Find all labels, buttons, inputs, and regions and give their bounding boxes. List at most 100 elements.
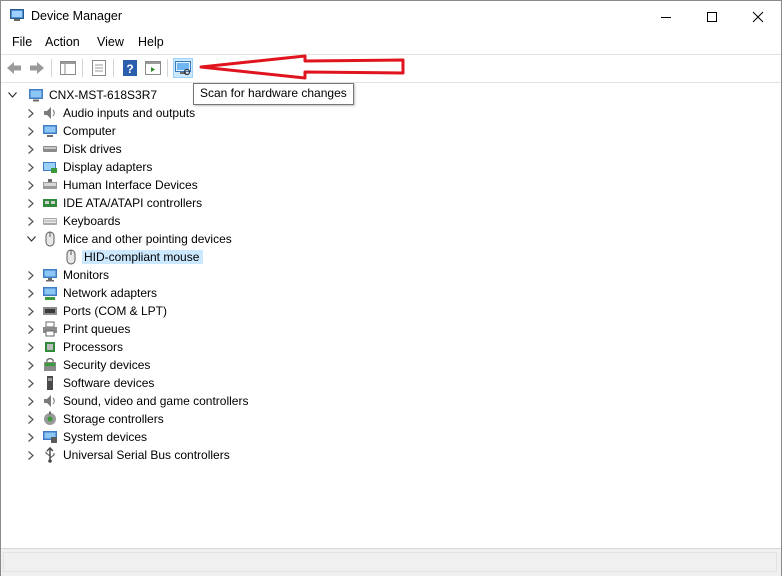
menu-action[interactable]: Action bbox=[45, 35, 80, 49]
tree-root[interactable]: CNX-MST-618S3R7 bbox=[6, 86, 157, 104]
window-title: Device Manager bbox=[31, 9, 123, 23]
tree-category[interactable]: Software devices bbox=[25, 374, 154, 392]
maximize-icon bbox=[707, 11, 717, 22]
back-arrow-icon bbox=[7, 62, 21, 74]
security-device-icon bbox=[42, 357, 58, 373]
help-icon: ? bbox=[123, 60, 137, 76]
status-bar bbox=[1, 548, 781, 576]
toolbar-separator bbox=[113, 59, 114, 77]
tree-category[interactable]: Security devices bbox=[25, 356, 150, 374]
tree-category[interactable]: Monitors bbox=[25, 266, 109, 284]
chevron-right-icon[interactable] bbox=[25, 266, 37, 284]
system-device-icon bbox=[42, 429, 58, 445]
tree-category[interactable]: Computer bbox=[25, 122, 116, 140]
minimize-button[interactable] bbox=[643, 1, 689, 32]
chevron-right-icon[interactable] bbox=[25, 410, 37, 428]
tree-category-label: Print queues bbox=[63, 322, 131, 336]
chevron-down-icon[interactable] bbox=[6, 86, 18, 104]
annotation-arrow bbox=[199, 54, 405, 80]
chevron-right-icon[interactable] bbox=[25, 158, 37, 176]
tree-category[interactable]: IDE ATA/ATAPI controllers bbox=[25, 194, 202, 212]
monitor-icon bbox=[42, 267, 58, 283]
show-hide-console-tree-button[interactable] bbox=[58, 58, 78, 78]
usb-icon bbox=[42, 447, 58, 463]
tree-device-hid-compliant-mouse[interactable]: HID-compliant mouse bbox=[63, 248, 204, 266]
back-button[interactable] bbox=[4, 58, 24, 78]
chevron-down-icon[interactable] bbox=[25, 230, 37, 248]
tree-category[interactable]: Sound, video and game controllers bbox=[25, 392, 248, 410]
chevron-right-icon[interactable] bbox=[25, 302, 37, 320]
tree-category[interactable]: Display adapters bbox=[25, 158, 152, 176]
tree-category[interactable]: Print queues bbox=[25, 320, 130, 338]
svg-text:?: ? bbox=[126, 62, 133, 76]
maximize-button[interactable] bbox=[689, 1, 735, 32]
scan-hardware-icon bbox=[175, 60, 191, 75]
tree-category[interactable]: Processors bbox=[25, 338, 123, 356]
toolbar-separator bbox=[51, 59, 52, 77]
help-button[interactable]: ? bbox=[120, 58, 140, 78]
status-panel bbox=[3, 552, 777, 572]
display-adapter-icon bbox=[42, 159, 58, 175]
tree-category[interactable]: Network adapters bbox=[25, 284, 157, 302]
chevron-right-icon[interactable] bbox=[25, 338, 37, 356]
chevron-right-icon[interactable] bbox=[25, 104, 37, 122]
tree-category-label: Ports (COM & LPT) bbox=[63, 304, 168, 318]
chevron-right-icon[interactable] bbox=[25, 428, 37, 446]
title-bar[interactable]: Device Manager bbox=[1, 1, 781, 32]
close-icon bbox=[752, 11, 764, 22]
forward-button[interactable] bbox=[27, 58, 47, 78]
chevron-right-icon[interactable] bbox=[25, 320, 37, 338]
device-manager-icon bbox=[10, 9, 24, 21]
menu-help[interactable]: Help bbox=[138, 35, 164, 49]
chevron-right-icon[interactable] bbox=[25, 194, 37, 212]
mouse-icon bbox=[42, 231, 58, 247]
close-button[interactable] bbox=[735, 1, 781, 32]
chevron-right-icon[interactable] bbox=[25, 122, 37, 140]
tree-category-label: Storage controllers bbox=[63, 412, 164, 426]
chevron-right-icon[interactable] bbox=[25, 140, 37, 158]
toolbar-separator bbox=[167, 59, 168, 77]
tree-category[interactable]: Storage controllers bbox=[25, 410, 164, 428]
console-tree-icon bbox=[60, 61, 76, 75]
port-icon bbox=[42, 303, 58, 319]
scan-hardware-tooltip: Scan for hardware changes bbox=[193, 83, 354, 105]
tree-category[interactable]: Audio inputs and outputs bbox=[25, 104, 195, 122]
properties-button[interactable] bbox=[89, 58, 109, 78]
processor-icon bbox=[42, 339, 58, 355]
tree-category[interactable]: Universal Serial Bus controllers bbox=[25, 446, 230, 464]
tree-category[interactable]: Ports (COM & LPT) bbox=[25, 302, 167, 320]
menu-file[interactable]: File bbox=[12, 35, 32, 49]
tree-category[interactable]: Keyboards bbox=[25, 212, 120, 230]
action-pane-button[interactable] bbox=[143, 58, 163, 78]
tree-category[interactable]: Disk drives bbox=[25, 140, 122, 158]
speaker-icon bbox=[42, 105, 58, 121]
chevron-right-icon[interactable] bbox=[25, 176, 37, 194]
chevron-right-icon[interactable] bbox=[25, 284, 37, 302]
properties-icon bbox=[92, 60, 106, 76]
mouse-icon bbox=[63, 249, 79, 265]
action-pane-icon bbox=[145, 61, 161, 75]
tree-category-label: Processors bbox=[63, 340, 124, 354]
tree-category-label: Universal Serial Bus controllers bbox=[63, 448, 230, 462]
menu-view[interactable]: View bbox=[97, 35, 124, 49]
chevron-right-icon[interactable] bbox=[25, 356, 37, 374]
tree-category-label: Network adapters bbox=[63, 286, 158, 300]
scan-hardware-button[interactable] bbox=[173, 58, 193, 78]
chevron-right-icon[interactable] bbox=[25, 392, 37, 410]
hid-icon bbox=[42, 177, 58, 193]
sound-controller-icon bbox=[42, 393, 58, 409]
tree-category-label: Sound, video and game controllers bbox=[63, 394, 249, 408]
storage-controller-icon bbox=[42, 411, 58, 427]
tree-category-label: Monitors bbox=[63, 268, 110, 282]
chevron-right-icon[interactable] bbox=[25, 446, 37, 464]
device-manager-window: Device Manager File Action View Help ? C… bbox=[0, 0, 782, 576]
chevron-right-icon[interactable] bbox=[25, 212, 37, 230]
toolbar-separator bbox=[82, 59, 83, 77]
tree-root-label: CNX-MST-618S3R7 bbox=[49, 88, 158, 102]
computer-icon bbox=[42, 123, 58, 139]
tree-category[interactable]: Human Interface Devices bbox=[25, 176, 198, 194]
tree-category[interactable]: System devices bbox=[25, 428, 147, 446]
tree-category-label: Software devices bbox=[63, 376, 155, 390]
tree-category[interactable]: Mice and other pointing devices bbox=[25, 230, 232, 248]
chevron-right-icon[interactable] bbox=[25, 374, 37, 392]
